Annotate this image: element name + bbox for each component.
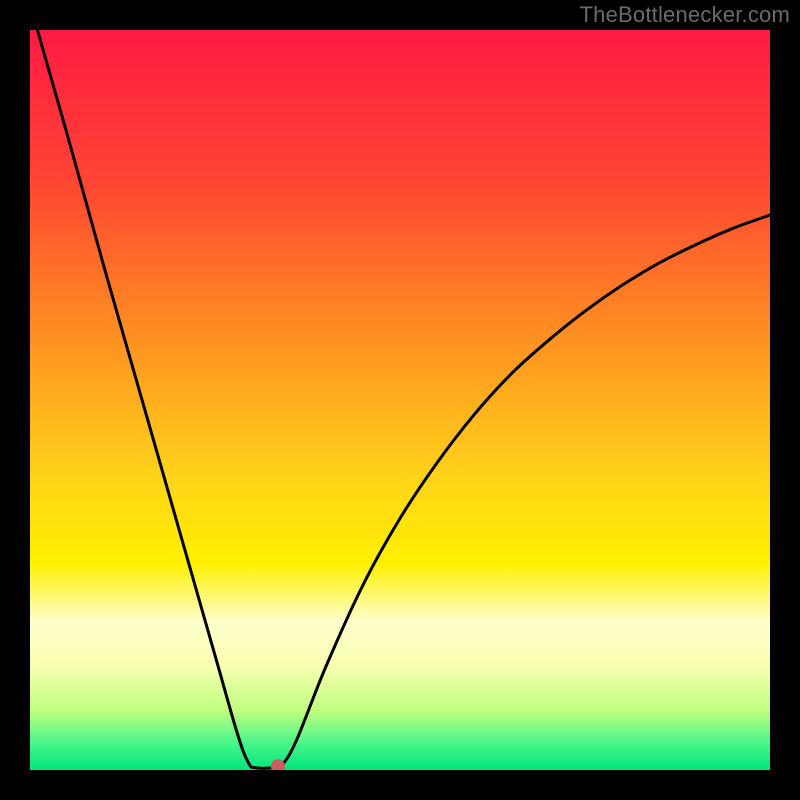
watermark-text: TheBottlenecker.com: [580, 2, 790, 28]
plot-area: [30, 30, 770, 770]
chart-svg: [30, 30, 770, 770]
chart-frame: TheBottlenecker.com: [0, 0, 800, 800]
